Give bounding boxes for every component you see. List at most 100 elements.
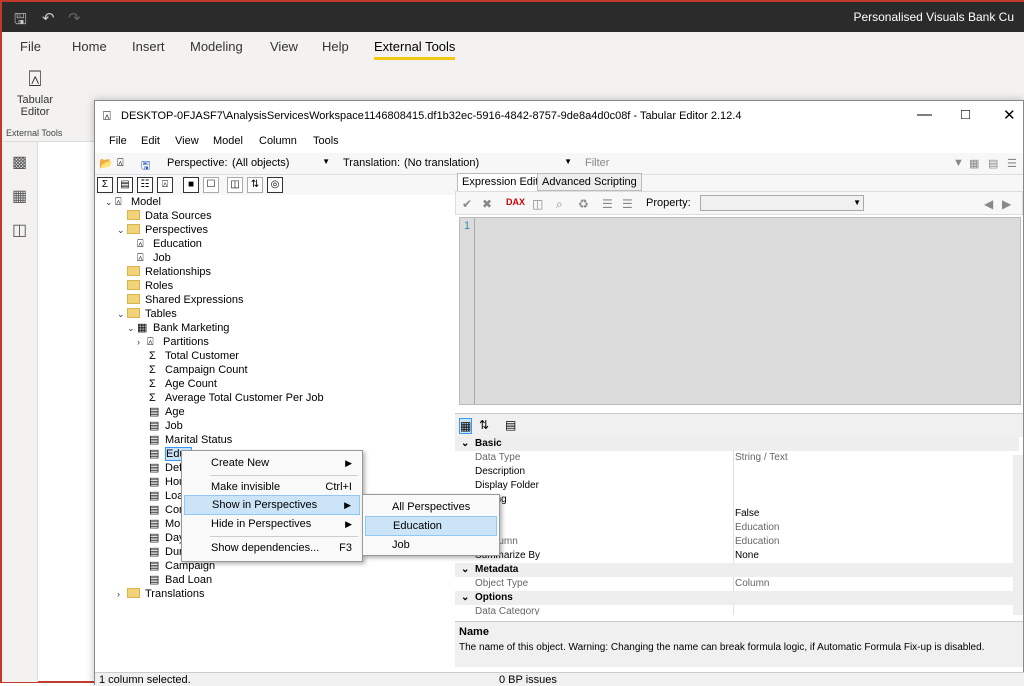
tree-node-bank-marketing[interactable]: ⌄ ▦ Bank Marketing xyxy=(127,321,229,335)
tree-node-measure[interactable]: Σ Age Count xyxy=(149,377,217,391)
expression-editor[interactable]: 1 xyxy=(459,217,1021,405)
menu-view[interactable]: View xyxy=(175,135,199,147)
category-metadata[interactable]: ⌄ Metadata xyxy=(455,563,1019,577)
tree-node-model[interactable]: ⌄ ⍓ Model xyxy=(105,195,161,209)
partitions-toggle-icon[interactable]: ⍓ xyxy=(157,177,173,193)
redo-icon[interactable]: ↷ xyxy=(68,9,81,27)
prop-row[interactable]: Object Type Column xyxy=(455,577,1019,591)
prop-row[interactable]: Data Category xyxy=(455,605,1019,615)
tree-node-column[interactable]: ▤ Day xyxy=(149,531,185,545)
tree-node-translations[interactable]: › Translations xyxy=(117,587,205,601)
hidden-toggle-icon[interactable]: ■ xyxy=(183,177,199,193)
tree-node-column[interactable]: ▤ Marital Status xyxy=(149,433,232,447)
grid-scrollbar[interactable] xyxy=(1013,455,1023,615)
tree-node-column[interactable]: ▤ Age xyxy=(149,405,185,419)
dax-format-icon[interactable]: DAX xyxy=(506,197,525,207)
report-view-icon[interactable]: ▩ xyxy=(2,152,37,176)
tree-node-perspectives[interactable]: ⌄ Perspectives xyxy=(117,223,208,237)
save-icon[interactable]: 🖫 xyxy=(141,157,150,176)
submenu-item-job[interactable]: Job xyxy=(365,535,497,555)
undo-icon[interactable]: ↶ xyxy=(42,9,55,27)
menu-item-make-invisible[interactable]: Make invisible Ctrl+I xyxy=(184,477,360,497)
prop-row[interactable]: Summarize By None xyxy=(455,549,1019,563)
tab-advanced-scripting[interactable]: Advanced Scripting xyxy=(537,173,642,191)
funnel-icon[interactable]: ▼ xyxy=(953,157,964,169)
tree-node-column[interactable]: ▤ Dur xyxy=(149,545,183,559)
dependencies-icon[interactable]: ◫ xyxy=(532,197,543,211)
tree-node-data-sources[interactable]: Data Sources xyxy=(127,209,212,223)
replace-icon[interactable]: ♻ xyxy=(578,197,589,211)
submenu-item-education[interactable]: Education xyxy=(365,516,497,536)
translation-select[interactable]: (No translation) ▼ xyxy=(399,156,575,172)
comment-icon[interactable]: ☰ xyxy=(602,197,613,211)
prop-row[interactable]: nFalse xyxy=(455,507,1019,521)
tree-node-column[interactable]: ▤ Job xyxy=(149,419,183,433)
menu-item-hide-in-perspectives[interactable]: Hide in Perspectives ▶ xyxy=(184,514,360,534)
tab-insert[interactable]: Insert xyxy=(132,39,165,54)
tab-external-tools[interactable]: External Tools xyxy=(374,39,456,60)
tree-node-measure[interactable]: Σ Total Customer xyxy=(149,349,239,363)
columns-view-icon[interactable]: ◫ xyxy=(227,177,243,193)
list-icon[interactable]: ☰ xyxy=(1007,157,1017,170)
menu-column[interactable]: Column xyxy=(259,135,297,147)
tree-node-partitions[interactable]: › ⍓ Partitions xyxy=(137,335,209,349)
tree-node-measure[interactable]: Σ Average Total Customer Per Job xyxy=(149,391,324,405)
category-basic[interactable]: ⌄ Basic xyxy=(455,437,1019,451)
tab-modeling[interactable]: Modeling xyxy=(190,39,243,54)
menu-edit[interactable]: Edit xyxy=(141,135,160,147)
tree-node-column[interactable]: ▤ Hou xyxy=(149,475,185,489)
tab-file[interactable]: File xyxy=(20,39,41,54)
minimize-icon[interactable]: — xyxy=(917,106,932,123)
menu-tools[interactable]: Tools xyxy=(313,135,339,147)
accept-icon[interactable]: ✔ xyxy=(462,197,472,211)
prop-row[interactable]: Data Type String / Text xyxy=(455,451,1019,465)
cancel-icon[interactable]: ✖ xyxy=(482,197,492,211)
tree-node-perspective-education[interactable]: ⍓ Education xyxy=(137,237,202,251)
tree-node-tables[interactable]: ⌄ Tables xyxy=(117,307,177,321)
tree-node-column[interactable]: ▤ Mor xyxy=(149,517,184,531)
measures-toggle-icon[interactable]: Σ xyxy=(97,177,113,193)
menu-item-create-new[interactable]: Create New ▶ xyxy=(184,453,360,473)
maximize-icon[interactable]: □ xyxy=(961,106,970,123)
menu-model[interactable]: Model xyxy=(213,135,243,147)
metadata-icon[interactable]: ◎ xyxy=(267,177,283,193)
tab-home[interactable]: Home xyxy=(72,39,107,54)
filter-input[interactable]: Filter xyxy=(585,157,609,169)
data-view-icon[interactable]: ▦ xyxy=(2,186,37,210)
tree-node-roles[interactable]: Roles xyxy=(127,279,173,293)
forward-icon[interactable]: ▶ xyxy=(1002,197,1011,211)
back-icon[interactable]: ◀ xyxy=(984,197,993,211)
view-toggle-icon[interactable]: ▦ xyxy=(969,157,979,170)
status-bp-issues[interactable]: 0 BP issues xyxy=(499,674,557,686)
tree-node-column[interactable]: ▤ Con xyxy=(149,503,185,517)
layout-icon[interactable]: ▤ xyxy=(988,157,998,170)
category-options[interactable]: ⌄ Options xyxy=(455,591,1019,605)
tree-node-column[interactable]: ▤ Def xyxy=(149,461,182,475)
property-select[interactable]: ▼ xyxy=(700,195,864,211)
tree-node-measure[interactable]: Σ Campaign Count xyxy=(149,363,248,377)
close-icon[interactable]: ✕ xyxy=(1003,106,1016,124)
sort-icon[interactable]: ⇅ xyxy=(247,177,263,193)
alphabetical-icon[interactable]: ⇅ xyxy=(479,418,489,432)
tree-node-perspective-job[interactable]: ⍓ Job xyxy=(137,251,171,265)
prop-row[interactable]: e ColumnEducation xyxy=(455,535,1019,549)
tab-help[interactable]: Help xyxy=(322,39,349,54)
deploy-icon[interactable]: ⍓ xyxy=(117,157,124,170)
menu-file[interactable]: File xyxy=(109,135,127,147)
submenu-item-all-perspectives[interactable]: All Perspectives xyxy=(365,497,497,517)
perspective-select[interactable]: (All objects) ▼ xyxy=(227,156,333,172)
prop-row[interactable]: t String xyxy=(455,493,1019,507)
tabular-editor-button[interactable]: ⍓ Tabular Editor xyxy=(10,66,60,118)
folders-toggle-icon[interactable]: ☐ xyxy=(203,177,219,193)
open-icon[interactable]: 📂 xyxy=(99,157,113,170)
model-view-icon[interactable]: ◫ xyxy=(2,220,37,244)
tree-node-shared-expressions[interactable]: Shared Expressions xyxy=(127,293,243,307)
uncomment-icon[interactable]: ☰ xyxy=(622,197,633,211)
prop-row[interactable]: Description xyxy=(455,465,1019,479)
categorized-icon[interactable]: ▦ xyxy=(459,418,473,434)
save-icon[interactable]: 🖫 xyxy=(14,9,27,34)
columns-toggle-icon[interactable]: ▤ xyxy=(117,177,133,193)
tree-node-relationships[interactable]: Relationships xyxy=(127,265,211,279)
menu-item-show-dependencies[interactable]: Show dependencies... F3 xyxy=(184,538,360,558)
property-pages-icon[interactable]: ▤ xyxy=(505,418,516,432)
